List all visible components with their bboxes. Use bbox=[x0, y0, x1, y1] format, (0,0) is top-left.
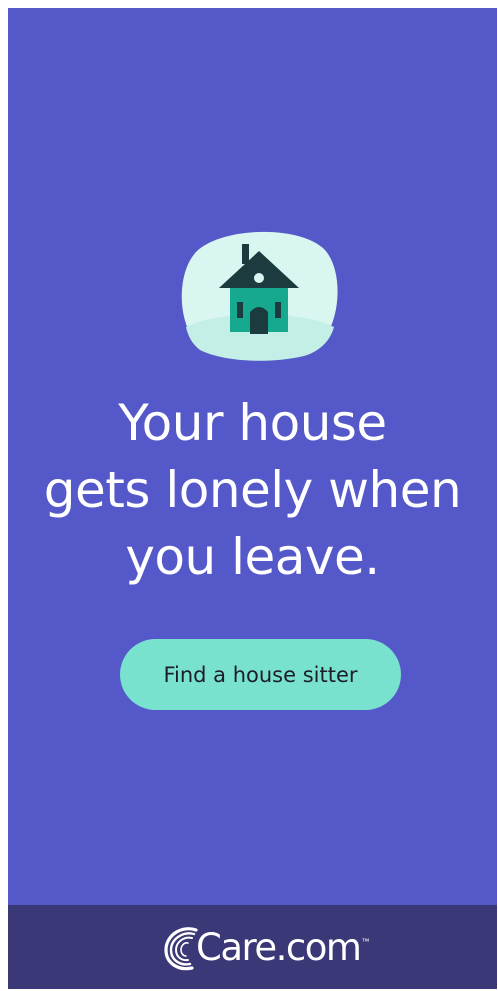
headline-line-1: Your house bbox=[118, 394, 387, 452]
brand-name: Care.com bbox=[196, 926, 362, 969]
find-house-sitter-button[interactable]: Find a house sitter bbox=[120, 639, 401, 710]
house-icon bbox=[181, 231, 338, 361]
headline-line-2: gets lonely when bbox=[43, 461, 462, 519]
care-logo[interactable]: Care.com ™ bbox=[158, 923, 369, 973]
headline: Your house gets lonely when you leave. bbox=[8, 390, 497, 591]
brand-footer[interactable]: Care.com ™ bbox=[8, 905, 497, 989]
trademark-symbol: ™ bbox=[361, 937, 370, 946]
headline-line-3: you leave. bbox=[125, 528, 380, 586]
house-sitter-ad[interactable]: Your house gets lonely when you leave. F… bbox=[8, 8, 497, 989]
